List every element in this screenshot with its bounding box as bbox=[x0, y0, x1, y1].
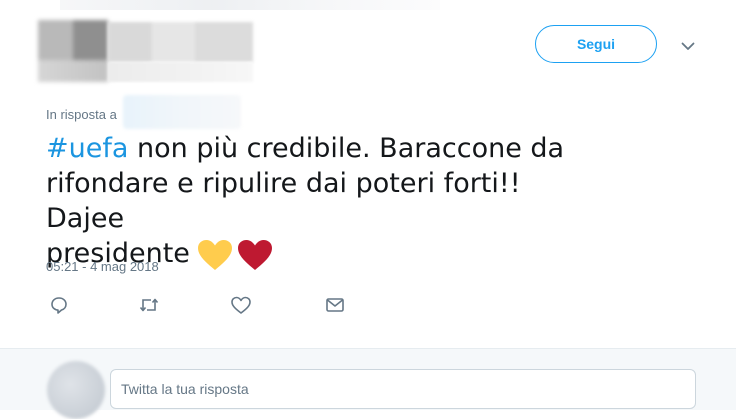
reply-input[interactable]: Twitta la tua risposta bbox=[110, 369, 696, 409]
reply-icon[interactable] bbox=[48, 294, 70, 316]
hashtag-link[interactable]: #uefa bbox=[46, 133, 128, 164]
tweet-text-line1: non più credibile. Baraccone da bbox=[128, 133, 565, 164]
direct-message-icon[interactable] bbox=[324, 294, 346, 316]
reply-context-label: In risposta a bbox=[46, 106, 117, 122]
tweet-timestamp[interactable]: 05:21 - 4 mag 2018 bbox=[46, 259, 159, 274]
author-avatar[interactable] bbox=[38, 20, 108, 82]
reply-input-placeholder: Twitta la tua risposta bbox=[121, 381, 249, 397]
reply-compose-bar: Twitta la tua risposta bbox=[0, 348, 736, 419]
user-avatar bbox=[47, 361, 105, 419]
reply-target-blurred[interactable] bbox=[122, 95, 241, 129]
reply-context: In risposta a bbox=[46, 95, 241, 129]
follow-button[interactable]: Segui bbox=[535, 25, 657, 63]
like-icon[interactable] bbox=[230, 294, 252, 316]
emoji-group bbox=[196, 238, 276, 272]
follow-button-label: Segui bbox=[576, 36, 616, 52]
tweet-actions bbox=[48, 294, 346, 316]
tweet-text: #uefa non più credibile. Baraccone da ri… bbox=[46, 131, 606, 272]
yellow-heart-icon bbox=[197, 239, 232, 270]
red-heart-icon bbox=[237, 239, 272, 270]
chevron-down-icon[interactable] bbox=[676, 36, 700, 56]
tweet-text-line2: rifondare e ripulire dai poteri forti!! … bbox=[46, 168, 521, 234]
previous-tweet-blurred bbox=[60, 0, 440, 10]
retweet-icon[interactable] bbox=[138, 294, 160, 316]
author-handle-blurred[interactable] bbox=[108, 62, 253, 82]
author-name-blurred[interactable] bbox=[108, 22, 253, 62]
